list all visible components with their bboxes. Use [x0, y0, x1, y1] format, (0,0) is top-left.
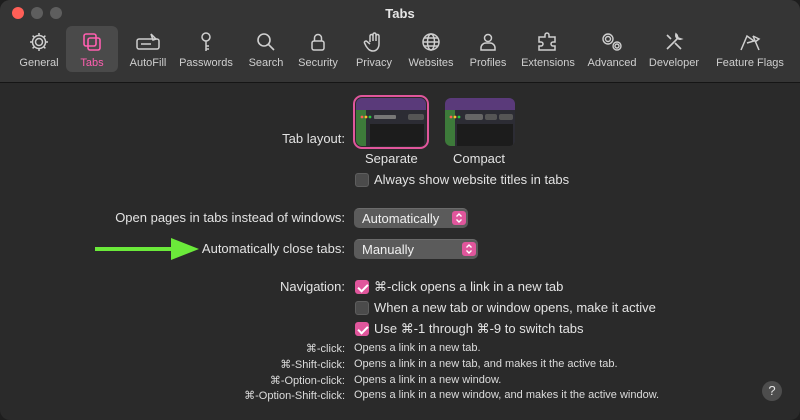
toolbar-profiles[interactable]: Profiles: [466, 26, 510, 72]
toolbar-label: Developer: [648, 57, 700, 69]
toolbar-label: Advanced: [587, 57, 637, 69]
globe-icon: [422, 33, 440, 51]
shortcut-key: ⌘-click:: [305, 343, 345, 355]
toolbar-advanced[interactable]: Advanced: [586, 26, 638, 72]
toolbar-websites[interactable]: Websites: [406, 26, 456, 72]
hand-icon: [363, 32, 380, 52]
window-title: Tabs: [385, 6, 415, 21]
toolbar-feature-flags[interactable]: Feature Flags: [710, 26, 790, 72]
tab-layout-compact-label[interactable]: Compact: [453, 151, 505, 166]
shortcut-desc: Opens a link in a new window, and makes …: [354, 389, 660, 401]
cmd-number-switch-checkbox[interactable]: [355, 322, 369, 336]
gears-icon: [602, 33, 622, 51]
open-pages-label: Open pages in tabs instead of windows:: [115, 210, 345, 225]
tabs-settings-pane: Tab layout: Separate Compact Always show…: [0, 83, 800, 420]
toolbar-general[interactable]: General: [14, 26, 64, 72]
open-pages-value: Automatically: [362, 211, 440, 226]
tab-layout-label: Tab layout:: [282, 131, 345, 146]
toolbar-developer[interactable]: Developer: [646, 26, 702, 72]
toolbar-label: Privacy: [355, 57, 393, 69]
compact-preview-icon: [445, 98, 515, 146]
open-pages-popup[interactable]: Automatically: [354, 208, 468, 228]
make-active-checkbox[interactable]: [355, 301, 369, 315]
separate-preview-icon: [356, 98, 426, 146]
toolbar-privacy[interactable]: Privacy: [352, 26, 396, 72]
toolbar-extensions[interactable]: Extensions: [518, 26, 578, 72]
toolbar-label: AutoFill: [129, 57, 167, 69]
auto-close-label: Automatically close tabs:: [201, 241, 345, 256]
key-icon: [201, 32, 211, 51]
cmd-number-switch-label[interactable]: Use ⌘-1 through ⌘-9 to switch tabs: [374, 321, 584, 337]
toolbar-label: Tabs: [80, 57, 104, 69]
toolbar-label: Websites: [408, 57, 454, 69]
preferences-toolbar: General Tabs AutoFill Passwords Search S…: [6, 26, 796, 74]
tab-layout-separate-thumbnail[interactable]: [353, 95, 429, 149]
shortcut-key: ⌘-Option-Shift-click:: [244, 390, 345, 402]
search-icon: [257, 33, 275, 51]
popup-chevron-icon: [462, 242, 476, 256]
lock-icon: [311, 33, 325, 51]
help-button[interactable]: ?: [762, 381, 782, 401]
shortcut-desc: Opens a link in a new window.: [354, 374, 502, 386]
make-active-label[interactable]: When a new tab or window opens, make it …: [374, 300, 656, 315]
toolbar-tabs[interactable]: Tabs: [66, 26, 118, 72]
toolbar-label: General: [19, 57, 59, 69]
gear-icon: [30, 33, 48, 51]
toolbar-label: Passwords: [179, 57, 233, 69]
toolbar-label: Profiles: [469, 57, 507, 69]
toolbar-autofill[interactable]: AutoFill: [122, 26, 174, 72]
shortcut-desc: Opens a link in a new tab.: [354, 342, 481, 354]
puzzle-icon: [538, 32, 556, 51]
preferences-window: Tabs General Tabs AutoFill Passwords Sea…: [0, 0, 800, 420]
auto-close-popup[interactable]: Manually: [354, 239, 478, 259]
cmd-click-new-tab-checkbox[interactable]: [355, 280, 369, 294]
popup-chevron-icon: [452, 211, 466, 225]
person-icon: [480, 33, 496, 51]
tab-layout-separate-label[interactable]: Separate: [365, 151, 418, 166]
title-bar: Tabs General Tabs AutoFill Passwords Sea…: [0, 0, 800, 83]
shortcut-desc: Opens a link in a new tab, and makes it …: [354, 358, 618, 370]
tab-layout-compact-thumbnail[interactable]: [445, 98, 515, 146]
always-show-titles-checkbox[interactable]: [355, 173, 369, 187]
toolbar-label: Feature Flags: [716, 57, 784, 69]
shortcut-key: ⌘-Option-click:: [269, 375, 345, 387]
toolbar-search[interactable]: Search: [244, 26, 288, 72]
cmd-click-new-tab-label[interactable]: ⌘-click opens a link in a new tab: [374, 279, 563, 295]
shortcut-key: ⌘-Shift-click:: [280, 359, 345, 371]
tools-icon: [666, 32, 684, 50]
always-show-titles-label[interactable]: Always show website titles in tabs: [374, 172, 569, 187]
toolbar-label: Security: [298, 57, 338, 69]
tabs-icon: [83, 33, 101, 51]
toolbar-label: Extensions: [521, 57, 575, 69]
flags-icon: [740, 34, 761, 51]
navigation-label: Navigation:: [279, 279, 345, 294]
green-arrow-icon: [95, 238, 199, 260]
toolbar-label: Search: [248, 57, 284, 69]
toolbar-security[interactable]: Security: [294, 26, 342, 72]
autofill-icon: [136, 33, 160, 50]
toolbar-passwords[interactable]: Passwords: [176, 26, 236, 72]
auto-close-value: Manually: [362, 242, 415, 257]
